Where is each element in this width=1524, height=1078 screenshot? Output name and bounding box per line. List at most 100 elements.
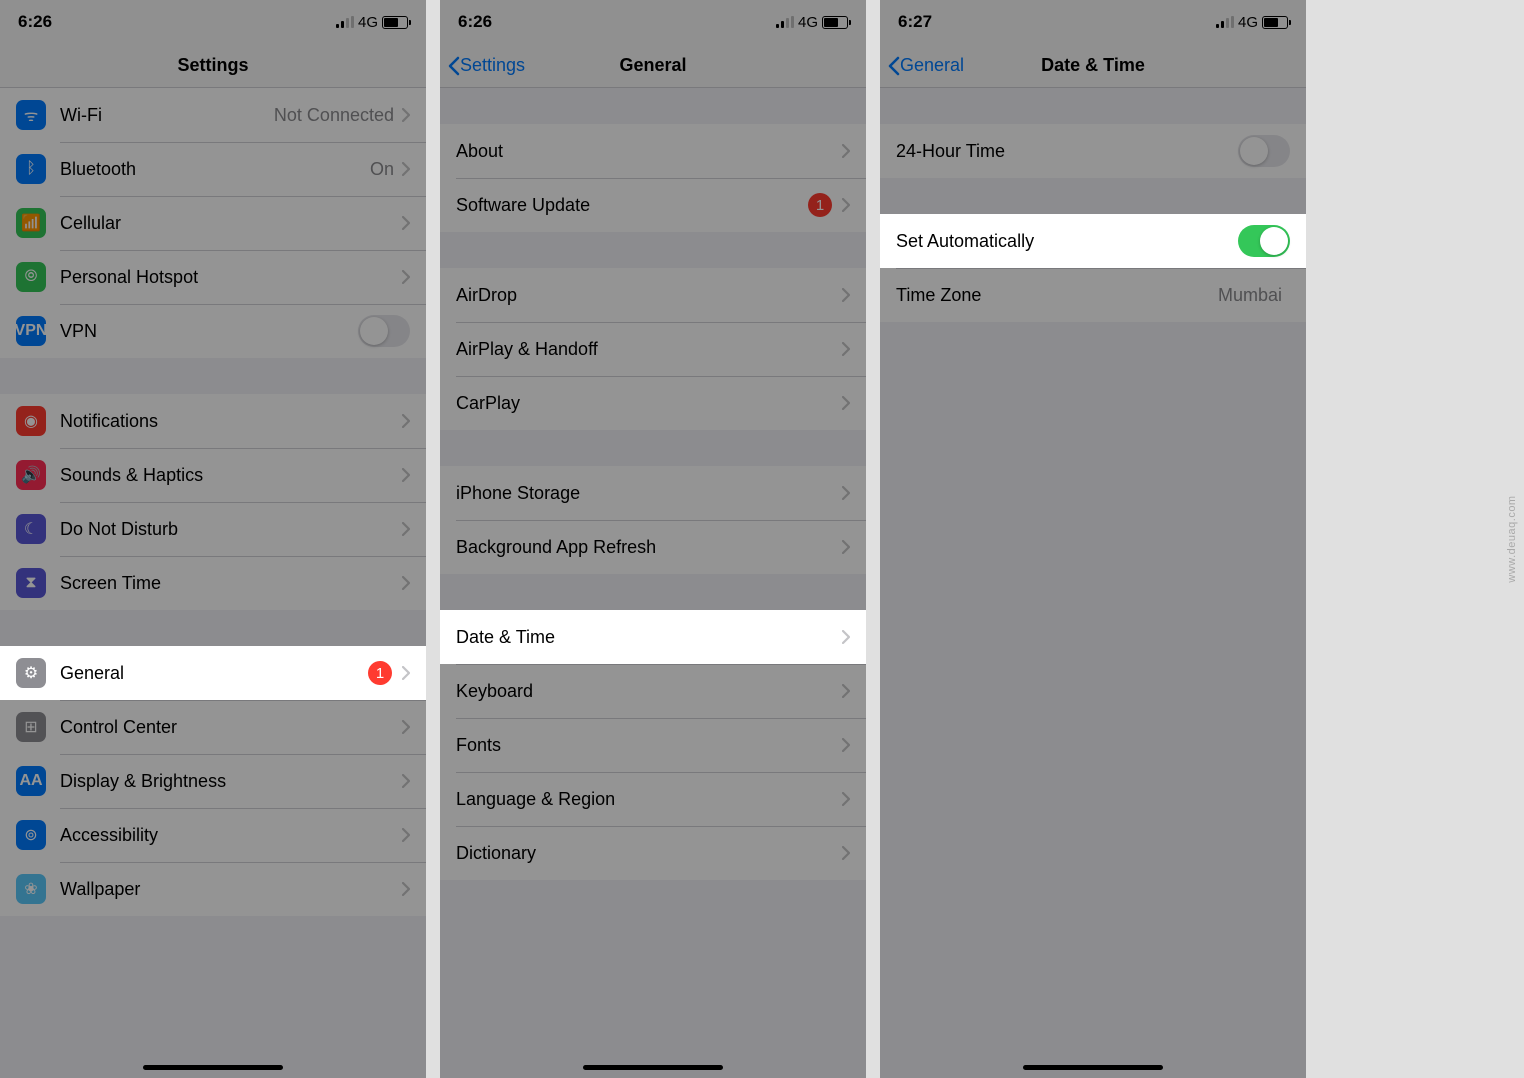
back-label: General bbox=[900, 55, 964, 76]
status-bar: 6:27 4G bbox=[880, 0, 1306, 44]
row-label: Cellular bbox=[60, 213, 402, 234]
sounds-icon: 🔊 bbox=[16, 460, 46, 490]
row-dnd[interactable]: ☾ Do Not Disturb bbox=[0, 502, 426, 556]
chevron-right-icon bbox=[842, 396, 850, 410]
status-time: 6:27 bbox=[898, 12, 932, 32]
row-label: Sounds & Haptics bbox=[60, 465, 402, 486]
row-airplay[interactable]: AirPlay & Handoff bbox=[440, 322, 866, 376]
home-indicator[interactable] bbox=[143, 1065, 283, 1070]
status-bar: 6:26 4G bbox=[0, 0, 426, 44]
vpn-icon: VPN bbox=[16, 316, 46, 346]
chevron-right-icon bbox=[402, 666, 410, 680]
24hour-toggle[interactable] bbox=[1238, 135, 1290, 167]
dnd-icon: ☾ bbox=[16, 514, 46, 544]
status-network: 4G bbox=[358, 14, 378, 31]
row-label: Control Center bbox=[60, 717, 402, 738]
row-keyboard[interactable]: Keyboard bbox=[440, 664, 866, 718]
row-label: Do Not Disturb bbox=[60, 519, 402, 540]
row-software-update[interactable]: Software Update 1 bbox=[440, 178, 866, 232]
row-background-refresh[interactable]: Background App Refresh bbox=[440, 520, 866, 574]
row-airdrop[interactable]: AirDrop bbox=[440, 268, 866, 322]
row-vpn[interactable]: VPN VPN bbox=[0, 304, 426, 358]
row-notifications[interactable]: ◉ Notifications bbox=[0, 394, 426, 448]
row-cellular[interactable]: 📶 Cellular bbox=[0, 196, 426, 250]
row-value: Not Connected bbox=[274, 105, 394, 126]
row-date-time[interactable]: Date & Time bbox=[440, 610, 866, 664]
battery-icon bbox=[382, 16, 408, 29]
row-screentime[interactable]: ⧗ Screen Time bbox=[0, 556, 426, 610]
status-bar: 6:26 4G bbox=[440, 0, 866, 44]
row-label: AirPlay & Handoff bbox=[456, 339, 842, 360]
chevron-right-icon bbox=[402, 720, 410, 734]
chevron-right-icon bbox=[842, 792, 850, 806]
row-carplay[interactable]: CarPlay bbox=[440, 376, 866, 430]
display-icon: AA bbox=[16, 766, 46, 796]
row-iphone-storage[interactable]: iPhone Storage bbox=[440, 466, 866, 520]
nav-title: Date & Time bbox=[1041, 55, 1145, 76]
row-label: Wi-Fi bbox=[60, 105, 274, 126]
status-network: 4G bbox=[798, 14, 818, 31]
row-bluetooth[interactable]: ᛒ Bluetooth On bbox=[0, 142, 426, 196]
row-general[interactable]: ⚙ General 1 bbox=[0, 646, 426, 700]
row-language-region[interactable]: Language & Region bbox=[440, 772, 866, 826]
gear-icon: ⚙ bbox=[16, 658, 46, 688]
chevron-right-icon bbox=[402, 162, 410, 176]
accessibility-icon: ⊚ bbox=[16, 820, 46, 850]
row-24hour[interactable]: 24-Hour Time bbox=[880, 124, 1306, 178]
status-network: 4G bbox=[1238, 14, 1258, 31]
screentime-icon: ⧗ bbox=[16, 568, 46, 598]
chevron-right-icon bbox=[402, 522, 410, 536]
battery-icon bbox=[1262, 16, 1288, 29]
row-label: About bbox=[456, 141, 842, 162]
chevron-right-icon bbox=[842, 486, 850, 500]
row-sounds[interactable]: 🔊 Sounds & Haptics bbox=[0, 448, 426, 502]
update-badge: 1 bbox=[808, 193, 832, 217]
chevron-right-icon bbox=[842, 540, 850, 554]
row-accessibility[interactable]: ⊚ Accessibility bbox=[0, 808, 426, 862]
hotspot-icon: ⦾ bbox=[16, 262, 46, 292]
row-hotspot[interactable]: ⦾ Personal Hotspot bbox=[0, 250, 426, 304]
row-about[interactable]: About bbox=[440, 124, 866, 178]
screen-settings: 6:26 4G Settings ᯤ Wi-Fi Not Connected ᛒ… bbox=[0, 0, 426, 1078]
row-label: Date & Time bbox=[456, 627, 842, 648]
chevron-right-icon bbox=[842, 846, 850, 860]
home-indicator[interactable] bbox=[583, 1065, 723, 1070]
row-label: Wallpaper bbox=[60, 879, 402, 900]
chevron-right-icon bbox=[842, 144, 850, 158]
row-value: On bbox=[370, 159, 394, 180]
row-value: Mumbai bbox=[1218, 285, 1282, 306]
back-button[interactable]: Settings bbox=[448, 44, 525, 87]
chevron-right-icon bbox=[842, 198, 850, 212]
row-label: Personal Hotspot bbox=[60, 267, 402, 288]
row-fonts[interactable]: Fonts bbox=[440, 718, 866, 772]
wallpaper-icon: ❀ bbox=[16, 874, 46, 904]
row-wifi[interactable]: ᯤ Wi-Fi Not Connected bbox=[0, 88, 426, 142]
chevron-left-icon bbox=[888, 56, 900, 76]
nav-title: General bbox=[619, 55, 686, 76]
row-label: Bluetooth bbox=[60, 159, 370, 180]
row-display[interactable]: AA Display & Brightness bbox=[0, 754, 426, 808]
row-label: Display & Brightness bbox=[60, 771, 402, 792]
chevron-left-icon bbox=[448, 56, 460, 76]
row-wallpaper[interactable]: ❀ Wallpaper bbox=[0, 862, 426, 916]
status-time: 6:26 bbox=[18, 12, 52, 32]
row-dictionary[interactable]: Dictionary bbox=[440, 826, 866, 880]
signal-icon bbox=[336, 16, 354, 28]
chevron-right-icon bbox=[402, 216, 410, 230]
chevron-right-icon bbox=[842, 684, 850, 698]
home-indicator[interactable] bbox=[1023, 1065, 1163, 1070]
chevron-right-icon bbox=[402, 576, 410, 590]
set-automatically-toggle[interactable] bbox=[1238, 225, 1290, 257]
row-controlcenter[interactable]: ⊞ Control Center bbox=[0, 700, 426, 754]
row-timezone[interactable]: Time Zone Mumbai bbox=[880, 268, 1306, 322]
row-label: Software Update bbox=[456, 195, 808, 216]
screen-general: 6:26 4G Settings General About Software … bbox=[440, 0, 866, 1078]
vpn-toggle[interactable] bbox=[358, 315, 410, 347]
screen-date-time: 6:27 4G General Date & Time 24-Hour Time… bbox=[880, 0, 1306, 1078]
row-set-automatically[interactable]: Set Automatically bbox=[880, 214, 1306, 268]
row-label: VPN bbox=[60, 321, 358, 342]
back-button[interactable]: General bbox=[888, 44, 964, 87]
row-label: Keyboard bbox=[456, 681, 842, 702]
cellular-icon: 📶 bbox=[16, 208, 46, 238]
chevron-right-icon bbox=[842, 288, 850, 302]
